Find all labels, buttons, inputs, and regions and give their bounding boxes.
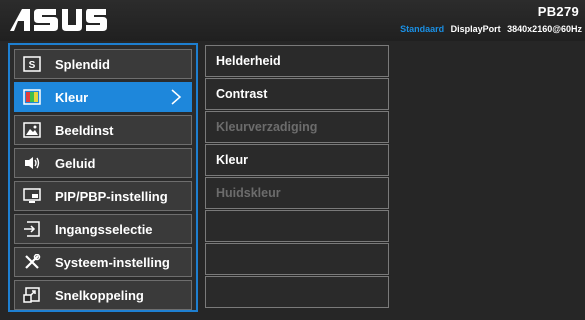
menu-item-systeem-instelling[interactable]: Systeem-instelling	[14, 247, 192, 277]
input-source-status: DisplayPort	[450, 24, 501, 34]
pip-icon	[19, 183, 45, 209]
menu-item-label: PIP/PBP-instelling	[55, 188, 168, 204]
chevron-right-icon	[171, 89, 182, 105]
input-select-icon	[19, 216, 45, 242]
menu-item-ingangsselectie[interactable]: Ingangsselectie	[14, 214, 192, 244]
submenu-item-label: Contrast	[216, 87, 268, 101]
menu-item-geluid[interactable]: Geluid	[14, 148, 192, 178]
osd-header: PB279 Standaard DisplayPort 3840x2160@60…	[0, 0, 585, 41]
submenu-item-contrast[interactable]: Contrast	[205, 78, 389, 110]
submenu-item-kleur[interactable]: Kleur	[205, 144, 389, 176]
menu-item-label: Systeem-instelling	[55, 254, 170, 270]
submenu-item-empty	[205, 276, 389, 308]
model-name: PB279	[537, 4, 579, 19]
submenu-item-label: Huidskleur	[216, 186, 281, 200]
menu-item-snelkoppeling[interactable]: Snelkoppeling	[14, 280, 192, 310]
menu-item-beeldinst[interactable]: Beeldinst	[14, 115, 192, 145]
color-bars-icon	[19, 84, 45, 110]
kleur-submenu: Helderheid Contrast Kleurverzadiging Kle…	[205, 45, 389, 314]
tools-icon	[19, 249, 45, 275]
submenu-item-label: Kleur	[216, 153, 248, 167]
menu-item-label: Kleur	[55, 89, 89, 105]
shortcut-icon	[19, 282, 45, 308]
submenu-item-kleurverzadiging: Kleurverzadiging	[205, 111, 389, 143]
status-bar: Standaard DisplayPort 3840x2160@60Hz	[400, 24, 582, 34]
splendid-mode-status: Standaard	[400, 24, 445, 34]
submenu-item-huidskleur: Huidskleur	[205, 177, 389, 209]
osd-menu: PB279 Standaard DisplayPort 3840x2160@60…	[0, 0, 585, 320]
splendid-s-icon: S	[19, 51, 45, 77]
main-menu: S Splendid Kleur Beeldinst Geluid PIP/PB…	[8, 43, 198, 312]
menu-item-label: Geluid	[55, 155, 96, 171]
submenu-item-label: Kleurverzadiging	[216, 120, 318, 134]
menu-item-label: Splendid	[55, 56, 110, 72]
resolution-status: 3840x2160@60Hz	[507, 24, 582, 34]
submenu-item-label: Helderheid	[216, 54, 281, 68]
submenu-item-helderheid[interactable]: Helderheid	[205, 45, 389, 77]
menu-item-label: Ingangsselectie	[55, 221, 153, 237]
menu-item-pip-pbp[interactable]: PIP/PBP-instelling	[14, 181, 192, 211]
picture-icon	[19, 117, 45, 143]
menu-item-label: Beeldinst	[55, 122, 114, 138]
submenu-item-empty	[205, 243, 389, 275]
menu-item-label: Snelkoppeling	[55, 287, 144, 303]
svg-text:S: S	[29, 60, 36, 71]
menu-item-splendid[interactable]: S Splendid	[14, 49, 192, 79]
submenu-item-empty	[205, 210, 389, 242]
menu-item-kleur[interactable]: Kleur	[14, 82, 192, 112]
asus-logo	[10, 9, 107, 31]
speaker-icon	[19, 150, 45, 176]
